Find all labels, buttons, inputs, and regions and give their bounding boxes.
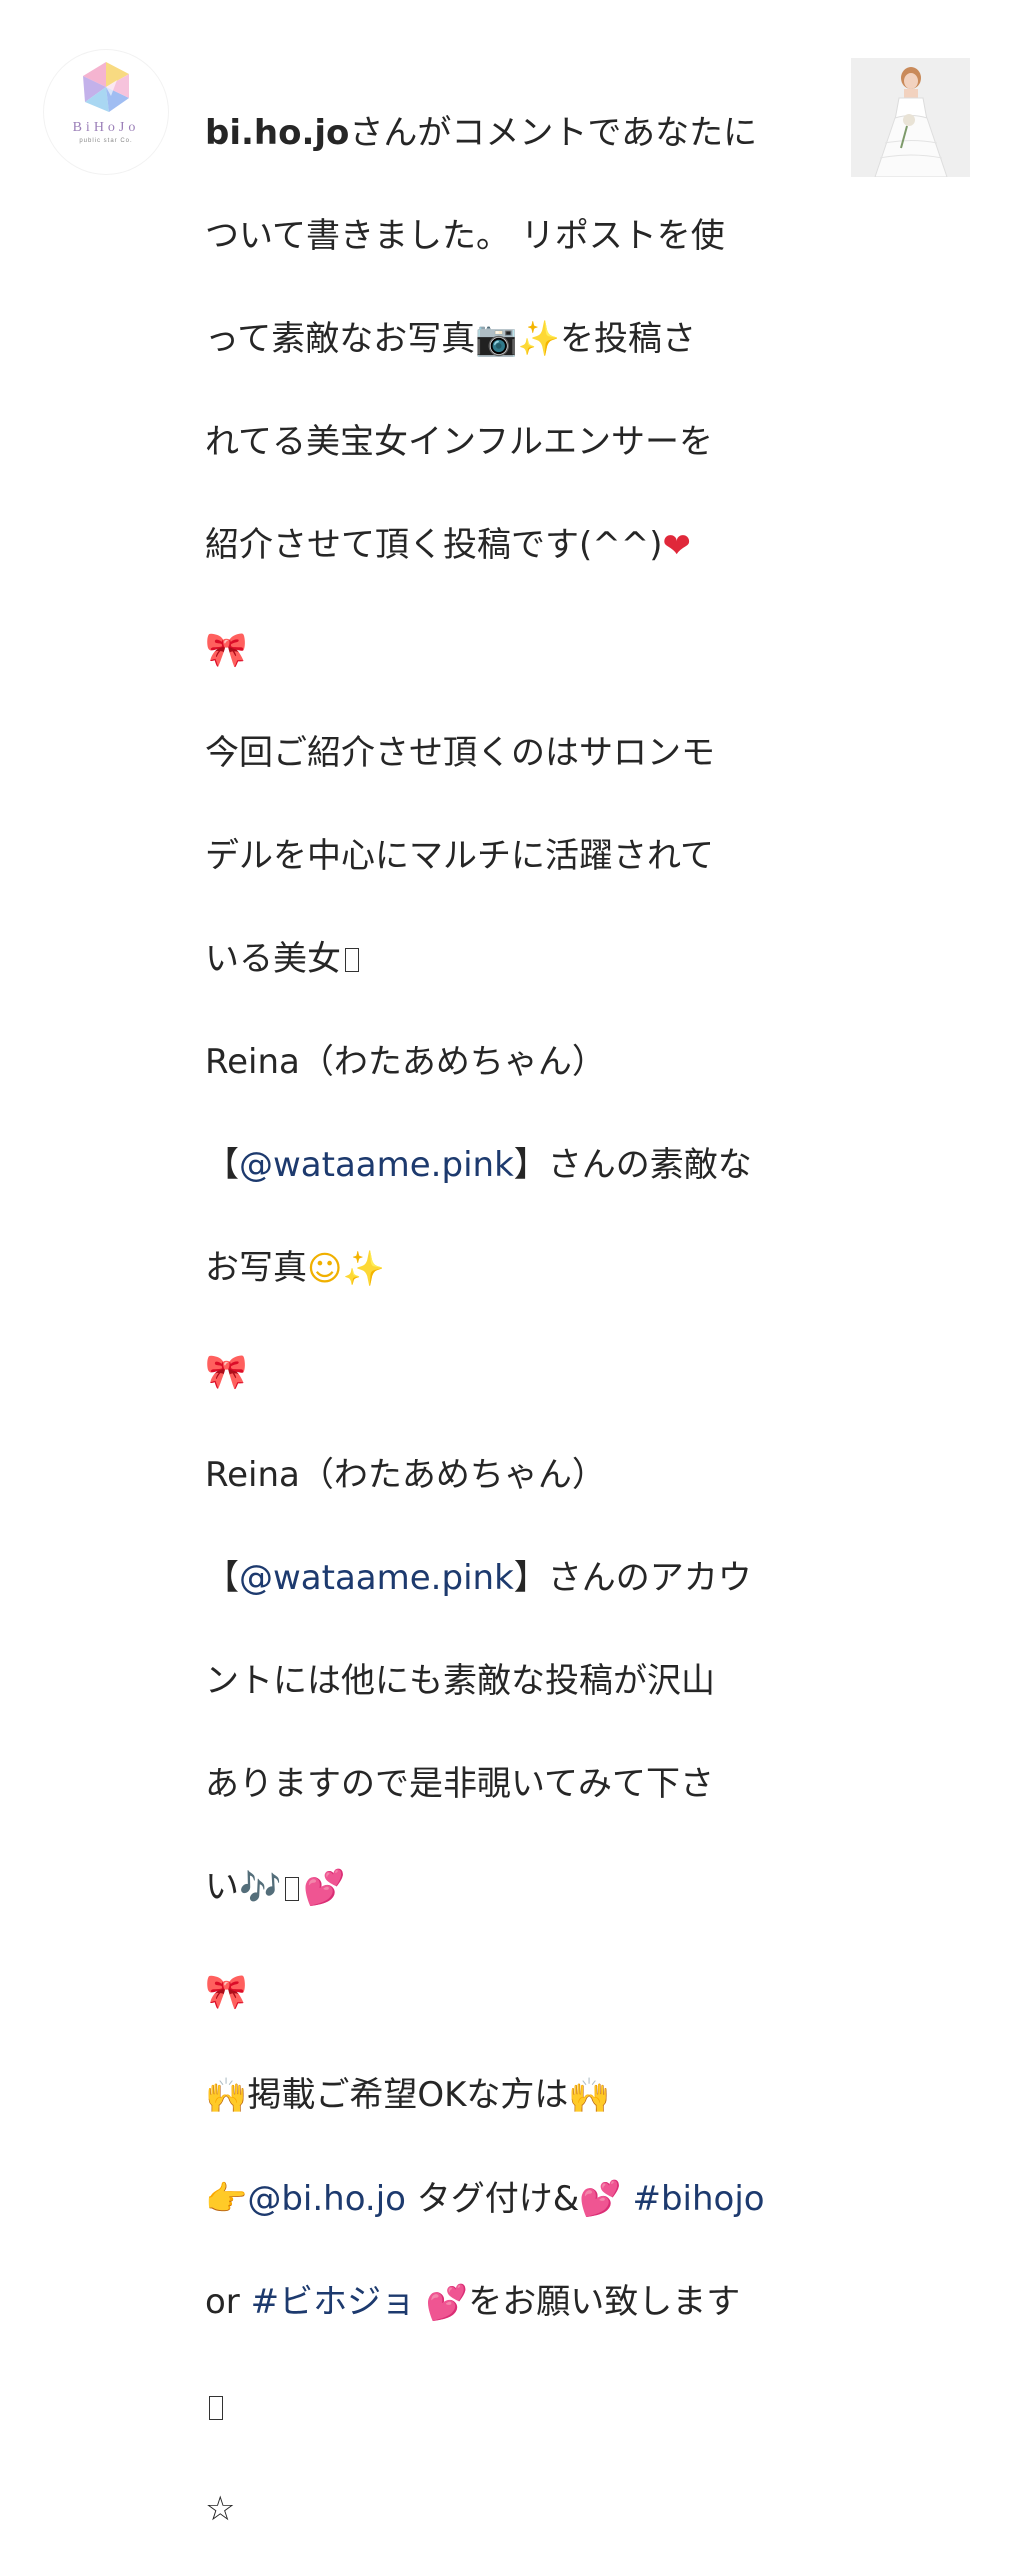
comment-text: さんがコメントであなたに	[349, 112, 758, 153]
bihojo-logo-icon	[83, 62, 129, 112]
comment-text: い	[205, 1867, 239, 1908]
comment-line: Reina（わたあめちゃん）	[205, 1455, 606, 1496]
comment-text: 紹介させて頂く投稿です(^^)	[205, 525, 663, 566]
comment-line: い🎶 💕	[205, 1862, 820, 1914]
camera-icon: 📷	[475, 319, 518, 360]
brand-subtitle: public star Co.	[79, 138, 133, 144]
brand-name: BiHoJo	[72, 120, 140, 135]
comment-line: ☆	[205, 2489, 236, 2529]
comment-line: 紹介させて頂く投稿です(^^)❤	[205, 520, 820, 572]
comment-line: ントには他にも素敵な投稿が沢山	[205, 1661, 715, 1702]
comment-body: bi.ho.joさんがコメントであなたに ついて書きました。 リポストを使 って…	[205, 56, 820, 2560]
revolving-hearts-icon: 💕	[303, 1868, 346, 1908]
revolving-hearts-icon: 💕	[425, 2283, 469, 2323]
comment-line: お写真☺✨	[205, 1243, 820, 1295]
missing-glyph-icon	[285, 1876, 300, 1901]
comment-text: 】さんの素敵な	[513, 1144, 752, 1185]
ribbon-icon: 🎀	[205, 629, 248, 670]
comment-line: bi.ho.joさんがコメントであなたに	[205, 108, 820, 160]
comment-line: 【@wataame.pink】さんの素敵な	[205, 1140, 820, 1192]
music-notes-icon: 🎶	[239, 1868, 282, 1908]
sparkles-icon: ✨	[517, 319, 560, 360]
raised-hands-icon: 🙌	[568, 2075, 611, 2116]
mention-link[interactable]: @wataame.pink	[239, 1145, 514, 1185]
bride-photo-icon	[851, 58, 970, 177]
comment-text: 】さんのアカウ	[513, 1558, 752, 1599]
post-thumbnail[interactable]	[851, 58, 970, 177]
comment-text: 掲載ご希望OKな方は	[247, 2074, 569, 2115]
comment-line: 🎀	[205, 624, 820, 676]
comment-line: れてる美宝女インフルエンサーを	[205, 422, 713, 463]
comment-text: って素敵なお写真	[205, 318, 476, 359]
comment-line: 今回ご紹介させ頂くのはサロンモ	[205, 732, 715, 773]
comment-line: 【@wataame.pink】さんのアカウ	[205, 1553, 820, 1605]
comment-text: お写真	[205, 1247, 307, 1288]
missing-glyph-icon	[345, 948, 359, 973]
mention-link[interactable]: @wataame.pink	[239, 1558, 514, 1598]
ribbon-icon: 🎀	[205, 1971, 248, 2012]
ribbon-icon: 🎀	[205, 1352, 248, 1393]
sparkles-icon: ✨	[342, 1248, 385, 1289]
pointing-hand-icon: 👉	[205, 2179, 248, 2220]
comment-line: Reina（わたあめちゃん）	[205, 1041, 606, 1082]
comment-line: デルを中心にマルチに活躍されて	[205, 835, 714, 876]
comment-text: を投稿さ	[560, 318, 696, 359]
comment-line: or #ビホジョ 💕をお願い致します	[205, 2277, 820, 2329]
comment-line	[205, 2381, 820, 2433]
comment-line: 🎀	[205, 1347, 820, 1399]
comment-text: をお願い致します	[468, 2282, 741, 2323]
profile-avatar[interactable]: BiHoJo public star Co.	[44, 50, 168, 174]
comment-text: 【	[205, 1558, 239, 1599]
hashtag-link[interactable]: #ビホジョ	[251, 2282, 416, 2322]
comment-line: いる美女	[205, 934, 820, 986]
comment-line: ついて書きました。 リポストを使	[205, 215, 725, 256]
comment-line: 🙌掲載ご希望OKな方は🙌	[205, 2070, 820, 2122]
raised-hands-icon: 🙌	[205, 2075, 248, 2116]
mention-link[interactable]: @bi.ho.jo	[247, 2179, 406, 2219]
comment-text: 【	[205, 1144, 239, 1185]
smile-icon: ☺	[307, 1248, 343, 1289]
comment-text: タグ付け&	[406, 2178, 580, 2219]
comment-text: いる美女	[205, 938, 341, 979]
missing-glyph-icon	[209, 2395, 223, 2420]
comment-line: 👉@bi.ho.jo タグ付け&💕 #bihojo	[205, 2174, 820, 2226]
comment-line: って素敵なお写真📷✨を投稿さ	[205, 314, 820, 366]
comment-line: ありますので是非覗いてみて下さ	[205, 1764, 714, 1805]
revolving-hearts-icon: 💕	[579, 2179, 622, 2220]
comment-line: 🎀	[205, 1966, 820, 2018]
comment-text: or	[205, 2282, 251, 2323]
hashtag-link[interactable]: #bihojo	[632, 2179, 764, 2219]
heart-icon: ❤	[662, 526, 692, 566]
comment-username[interactable]: bi.ho.jo	[205, 113, 349, 153]
